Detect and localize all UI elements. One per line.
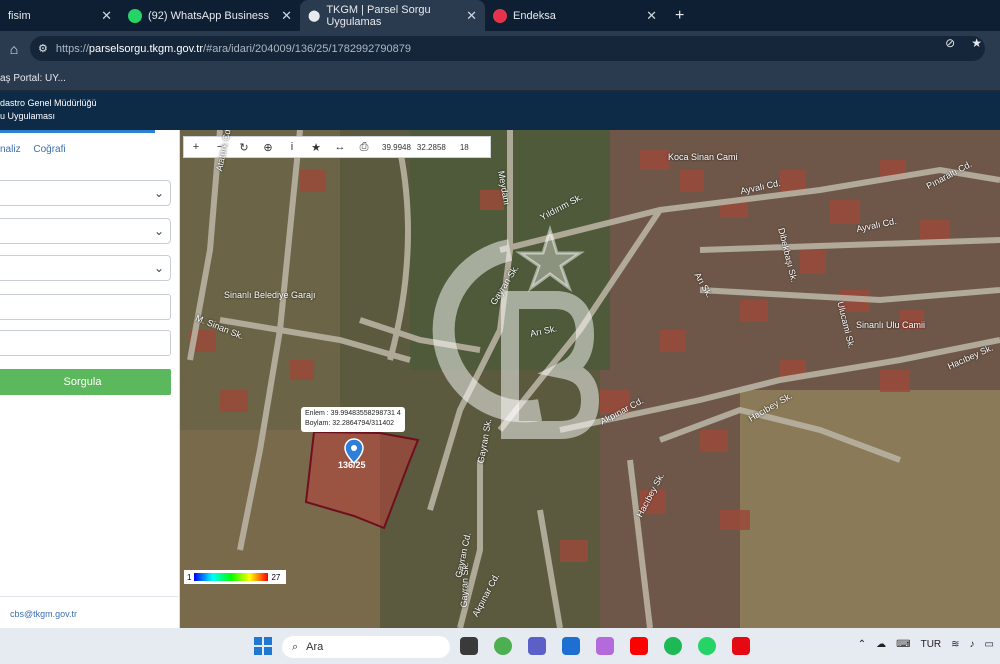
parcel-input[interactable] <box>0 330 171 356</box>
tab-label: TKGM | Parsel Sorgu Uygulamas <box>326 3 431 28</box>
coord-lat: 39.9948 <box>382 142 411 152</box>
bookmark-star-icon[interactable]: ★ <box>971 36 982 50</box>
zoom-level: 18 <box>459 142 469 152</box>
legend-max: 27 <box>271 572 281 582</box>
coord-lon: 32.2858 <box>416 142 446 152</box>
close-icon[interactable]: ✕ <box>281 8 292 24</box>
netflix-icon[interactable] <box>732 637 750 655</box>
task-view-icon[interactable] <box>460 637 478 655</box>
location-pin-icon: ⬤ <box>308 10 321 22</box>
tab-fisim[interactable]: fisim ✕ <box>0 0 120 31</box>
poi-label: Sinanlı Belediye Garajı <box>224 290 316 300</box>
active-tab-indicator <box>0 130 155 133</box>
home-icon[interactable]: ⌂ <box>0 41 28 57</box>
url-path: /#ara/idari/204009/136/25/1782992790879 <box>203 42 411 55</box>
mail-icon[interactable] <box>562 637 580 655</box>
coordinate-popup: Enlem : 39.99483558298731 4 Boylam: 32.2… <box>301 407 405 432</box>
tab-cografi[interactable]: Coğrafi <box>33 144 65 155</box>
whatsapp-icon <box>128 8 142 23</box>
input-language[interactable]: TUR <box>921 639 942 650</box>
tab-label: fisim <box>8 9 31 22</box>
zoom-in-icon[interactable]: + <box>184 141 208 153</box>
measure-icon[interactable]: ↔ <box>328 141 352 153</box>
poi-label: Sinanlı Ulu Camii <box>856 320 926 330</box>
keyboard-icon[interactable]: ⌨ <box>896 639 910 650</box>
url-prefix: https:// <box>55 42 89 55</box>
search-placeholder: Ara <box>306 641 324 653</box>
block-input[interactable] <box>0 294 171 320</box>
print-icon[interactable]: ⎙ <box>352 141 376 154</box>
tab-endeksa[interactable]: Endeksa ✕ <box>485 0 665 31</box>
url-site: parselsorgu.tkgm.gov.tr <box>88 42 204 55</box>
favorite-star-icon[interactable]: ★ <box>304 141 328 154</box>
chevron-down-icon: ⌄ <box>153 224 164 238</box>
system-tray: ⌃ ☁ ⌨ TUR ≋ ♪ ▭ <box>858 639 994 650</box>
windows-taskbar: ⌕ Ara ⌃ ☁ ⌨ TUR ≋ ♪ ▭ <box>0 628 1000 664</box>
district-select[interactable]: ⌄ <box>0 218 171 244</box>
tab-label: (92) WhatsApp Business <box>148 9 270 22</box>
poi-label: Koca Sinan Cami <box>668 152 738 162</box>
org-name: dastro Genel Müdürlüğü <box>0 98 97 108</box>
search-button[interactable]: Sorgula <box>0 369 171 395</box>
endeksa-icon <box>493 8 507 23</box>
popup-longitude: Boylam: 32.2864794/311402 <box>305 420 394 427</box>
province-select[interactable]: ⌄ <box>0 180 171 206</box>
bookmark-item[interactable]: aş Portal: UY... <box>0 73 66 84</box>
site-info-icon[interactable]: ⚙ <box>38 42 48 55</box>
address-bar-row: ⌂ ⚙ https:// parselsorgu.tkgm.gov.tr /#a… <box>0 31 1000 66</box>
browser-tab-bar: fisim ✕ (92) WhatsApp Business ✕ ⬤ TKGM … <box>0 0 1000 31</box>
chevron-down-icon: ⌄ <box>153 261 164 275</box>
info-icon[interactable]: i <box>280 141 304 153</box>
new-tab-button[interactable]: + <box>675 7 684 25</box>
copilot-icon[interactable] <box>596 637 614 655</box>
search-sidebar: naliz Coğrafi ⌄ ⌄ ⌄ Sorgula cbs@tkgm.gov… <box>0 130 180 628</box>
app-header: dastro Genel Müdürlüğü u Uygulaması <box>0 92 1000 130</box>
tab-analiz[interactable]: naliz <box>0 144 21 155</box>
chevron-up-icon[interactable]: ⌃ <box>858 639 866 650</box>
neighborhood-select[interactable]: ⌄ <box>0 255 171 281</box>
windows-start-icon[interactable] <box>254 637 272 655</box>
tab-label: Endeksa <box>513 9 556 22</box>
tab-tkgm[interactable]: ⬤ TKGM | Parsel Sorgu Uygulamas ✕ <box>300 0 485 31</box>
app-name: u Uygulaması <box>0 111 56 121</box>
taskbar-search[interactable]: ⌕ Ara <box>282 636 450 658</box>
location-blocked-icon[interactable]: ⊘ <box>945 36 955 50</box>
close-icon[interactable]: ✕ <box>646 8 657 24</box>
refresh-icon[interactable]: ↻ <box>232 141 256 154</box>
battery-icon[interactable]: ▭ <box>985 639 994 650</box>
teams-icon[interactable] <box>528 637 546 655</box>
locate-icon[interactable]: ⊕ <box>256 141 280 154</box>
youtube-icon[interactable] <box>630 637 648 655</box>
tab-whatsapp[interactable]: (92) WhatsApp Business ✕ <box>120 0 300 31</box>
close-icon[interactable]: ✕ <box>466 8 477 24</box>
wifi-icon[interactable]: ≋ <box>951 639 959 650</box>
bookmarks-bar: aş Portal: UY... <box>0 66 1000 90</box>
chevron-down-icon: ⌄ <box>153 186 164 200</box>
cloud-icon[interactable]: ☁ <box>876 639 886 650</box>
close-icon[interactable]: ✕ <box>101 8 112 24</box>
chrome-icon[interactable] <box>494 637 512 655</box>
search-icon: ⌕ <box>292 640 299 653</box>
legend-min: 1 <box>187 572 192 582</box>
omnibox-actions: ⊘ ★ <box>945 36 982 50</box>
spotify-icon[interactable] <box>664 637 682 655</box>
sidebar-tabs: naliz Coğrafi <box>0 144 76 155</box>
popup-latitude: Enlem : 39.99483558298731 4 <box>305 410 401 417</box>
volume-icon[interactable]: ♪ <box>970 639 975 650</box>
elevation-legend: 1 27 <box>184 570 286 584</box>
legend-color-bar <box>194 573 269 581</box>
url-field[interactable]: ⚙ https:// parselsorgu.tkgm.gov.tr /#ara… <box>30 36 985 61</box>
whatsapp-icon[interactable] <box>698 637 716 655</box>
contact-email[interactable]: cbs@tkgm.gov.tr <box>0 596 178 619</box>
map-imagery <box>180 130 1000 628</box>
parcel-label: 136/25 <box>338 460 366 470</box>
satellite-map[interactable]: + − ↻ ⊕ i ★ ↔ ⎙ 39.9948 32.2858 18 Atatü… <box>180 130 1000 628</box>
